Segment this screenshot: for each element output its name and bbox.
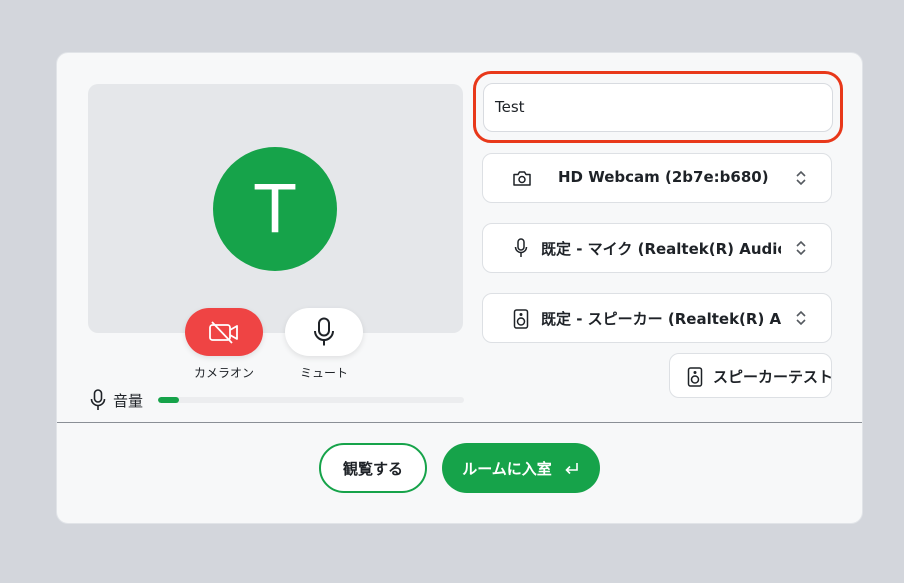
speaker-icon: [513, 309, 529, 329]
microphone-icon: [514, 238, 528, 257]
camera-select[interactable]: HD Webcam (2b7e:b680): [482, 153, 832, 203]
enter-return-icon: [565, 463, 578, 475]
watch-button[interactable]: 観覧する: [319, 443, 427, 493]
mic-toggle-label: ミュート: [299, 366, 348, 380]
chevron-updown-icon: [796, 310, 806, 326]
speaker-test-label: スピーカーテスト: [713, 368, 834, 386]
speaker-test-button[interactable]: スピーカーテスト: [669, 353, 834, 398]
camera-select-value: HD Webcam (2b7e:b680): [558, 168, 769, 186]
microphone-select[interactable]: 既定 - マイク (Realtek(R) Audio): [482, 223, 832, 273]
volume-level-fill: [158, 397, 180, 403]
volume-track: [158, 397, 464, 403]
speaker-icon: [687, 367, 703, 387]
camera-toggle-label: カメラオン: [193, 366, 254, 380]
camera-toggle-button[interactable]: [185, 308, 263, 356]
microphone-icon: [90, 389, 106, 410]
volume-meter: 音量: [90, 389, 465, 410]
camera-icon: [513, 171, 531, 186]
divider: [57, 422, 862, 423]
video-preview: T: [88, 84, 463, 333]
name-field-highlight: Test: [473, 71, 843, 143]
avatar: T: [213, 147, 337, 271]
join-room-label: ルームに入室: [462, 459, 552, 478]
camera-off-icon: [209, 321, 238, 344]
display-name-input[interactable]: Test: [483, 83, 833, 132]
volume-label: 音量: [113, 392, 144, 410]
chevron-updown-icon: [796, 240, 806, 256]
microphone-select-value: 既定 - マイク (Realtek(R) Audio): [541, 240, 781, 258]
prejoin-card: T カメラオン ミュート 音量 Test HD Webcam (2b7e:b68…: [56, 52, 863, 524]
chevron-updown-icon: [796, 170, 806, 186]
microphone-icon: [314, 317, 334, 346]
speaker-select[interactable]: 既定 - スピーカー (Realtek(R) Audio): [482, 293, 832, 343]
join-room-button[interactable]: ルームに入室: [442, 443, 600, 493]
mic-toggle-button[interactable]: [285, 308, 363, 356]
speaker-select-value: 既定 - スピーカー (Realtek(R) Audio): [541, 310, 781, 328]
